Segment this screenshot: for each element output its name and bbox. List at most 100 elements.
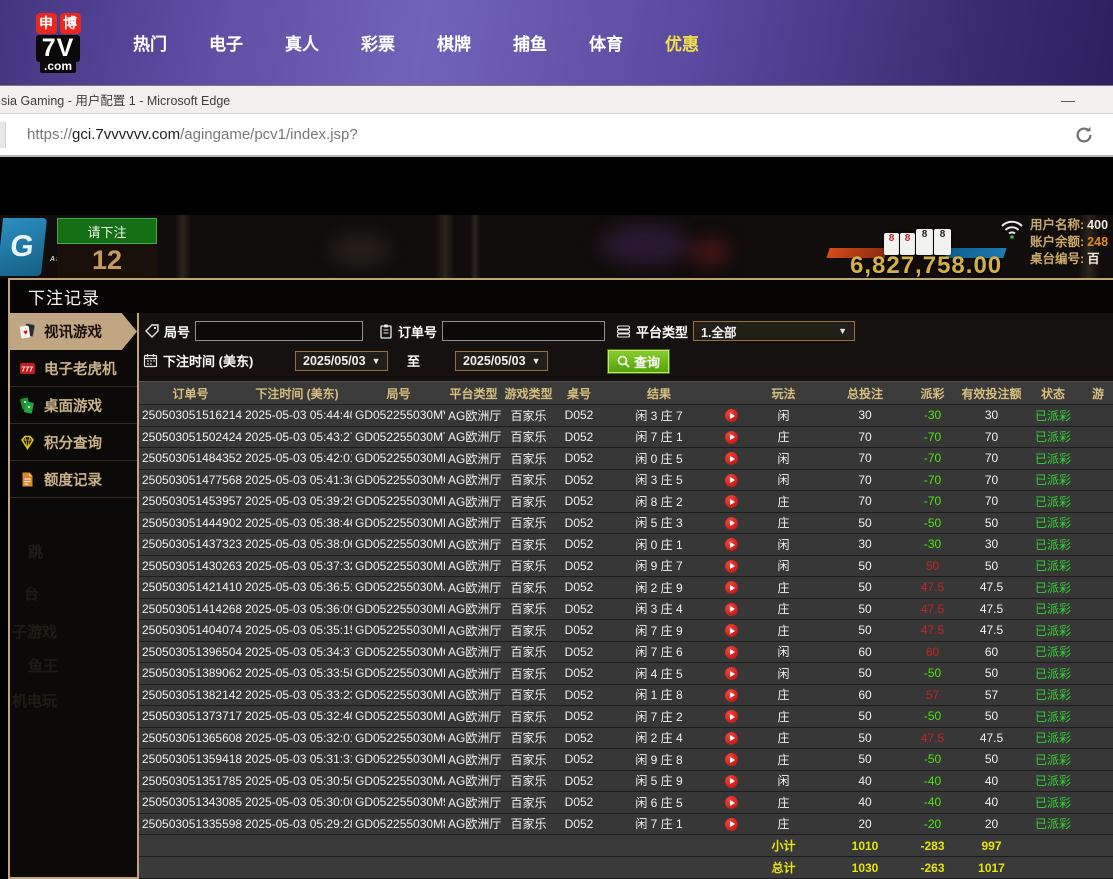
cell-replay [715,726,747,749]
cell-payout: 57 [910,683,955,706]
cell-payout: -30 [910,404,955,427]
nav-item[interactable]: 捕鱼 [513,30,547,55]
table-row: 250503051453957 2025-05-03 05:39:29 GD0522… [139,490,1113,513]
cell-time: 2025-05-03 05:31:31 [242,748,352,771]
play-replay-icon[interactable] [724,645,738,659]
play-replay-icon[interactable] [724,430,738,444]
play-replay-icon[interactable] [724,409,738,423]
play-replay-icon[interactable] [724,774,738,788]
cell-status: 已派彩 [1028,468,1078,491]
nav-item[interactable]: 真人 [285,30,319,55]
cell-replay [715,576,747,599]
cell-payout: 47.5 [910,726,955,749]
date-to-select[interactable]: 2025/05/03 ▼ [455,351,548,371]
nav-item[interactable]: 优惠 [665,30,699,55]
site-logo[interactable]: 申 博 7V .com [25,12,91,73]
sidebar-item-credit-records[interactable]: 额度记录 [10,461,137,498]
search-button[interactable]: 查询 [606,349,671,374]
play-replay-icon[interactable] [724,710,738,724]
refresh-icon[interactable] [1073,124,1095,146]
cell-replay [715,683,747,706]
play-replay-icon[interactable] [724,667,738,681]
cell-extra [1078,812,1113,835]
cell-valid-bet: 60 [955,640,1028,663]
round-number-label: 局号 [164,324,191,340]
play-replay-icon[interactable] [724,602,738,616]
cell-status: 已派彩 [1028,726,1078,749]
play-replay-icon[interactable] [724,817,738,831]
cell-valid-bet: 30 [955,404,1028,427]
table-row: 250503051404074 2025-05-03 05:35:15 GD0522… [139,619,1113,642]
url-text[interactable]: https://gci.7vvvvvv.com/agingame/pcv1/in… [27,126,358,143]
cell-result: 闲 9 庄 7 [603,554,715,577]
column-header: 游戏类型 [502,381,555,405]
nav-item[interactable]: 热门 [133,30,167,55]
cell-replay [715,791,747,814]
column-header: 订单号 [139,381,242,405]
cell-platform: AG欧洲厅 [445,726,502,749]
cell-time: 2025-05-03 05:30:08 [242,791,352,814]
play-replay-icon[interactable] [724,753,738,767]
cell-status: 已派彩 [1028,447,1078,470]
cell-total-bet: 50 [820,619,910,642]
cell-round: GD052255030MH [352,619,445,642]
cell-replay [715,533,747,556]
cell-extra [1078,619,1113,642]
sidebar-item-live-games[interactable]: ♥ 视讯游戏 [10,313,137,350]
cell-status: 已派彩 [1028,425,1078,448]
sidebar-item-table-games[interactable]: 桌面游戏 [10,387,137,424]
cell-extra [1078,533,1113,556]
cell-bet-type: 庄 [747,726,820,749]
cell-time: 2025-05-03 05:42:01 [242,447,352,470]
play-replay-icon[interactable] [724,581,738,595]
play-replay-icon[interactable] [724,688,738,702]
cell-valid-bet: 57 [955,683,1028,706]
search-icon [617,355,630,368]
cell-status: 已派彩 [1028,640,1078,663]
cell-game-type: 百家乐 [502,554,555,577]
cell-replay [715,662,747,685]
play-replay-icon[interactable] [724,495,738,509]
cell-bet-type: 闲 [747,769,820,792]
cell-payout: 47.5 [910,597,955,620]
table-row: 250503051414268 2025-05-03 05:36:09 GD0522… [139,597,1113,620]
cell-game-type: 百家乐 [502,812,555,835]
play-replay-icon[interactable] [724,559,738,573]
sidebar-item-points-query[interactable]: 积分查询 [10,424,137,461]
play-replay-icon[interactable] [724,624,738,638]
play-replay-icon[interactable] [724,796,738,810]
clipped-site-icon [0,122,6,148]
nav-item[interactable]: 体育 [589,30,623,55]
nav-item[interactable]: 棋牌 [437,30,471,55]
play-replay-icon[interactable] [724,538,738,552]
cell-replay [715,468,747,491]
cell-total-bet: 50 [820,705,910,728]
nav-item[interactable]: 电子 [209,30,243,55]
play-replay-icon[interactable] [724,473,738,487]
order-number-input[interactable] [442,321,606,341]
cell-extra [1078,748,1113,771]
cell-game-type: 百家乐 [502,425,555,448]
date-from-select[interactable]: 2025/05/03 ▼ [295,351,388,371]
browser-urlbar[interactable]: https://gci.7vvvvvv.com/agingame/pcv1/in… [0,114,1113,157]
cell-bet-type: 庄 [747,619,820,642]
column-header: 总投注 [820,381,910,405]
cell-valid-bet: 20 [955,812,1028,835]
account-balance-row: 账户余额: 248 [1030,235,1109,249]
cell-replay [715,812,747,835]
chevron-down-icon: ▼ [371,356,381,366]
platform-type-select[interactable]: 1.全部 ▼ [693,321,856,341]
cell-result: 闲 2 庄 9 [603,576,715,599]
play-replay-icon[interactable] [724,731,738,745]
minimize-button[interactable]: — [1061,92,1075,108]
table-row: 250503051516214 2025-05-03 05:44:40 GD0522… [139,404,1113,427]
sidebar-item-slots[interactable]: 777 电子老虎机 [10,350,137,387]
cell-game-type: 百家乐 [502,683,555,706]
slot-777-icon: 777 [20,362,35,374]
nav-item[interactable]: 彩票 [361,30,395,55]
cell-valid-bet: 30 [955,533,1028,556]
round-number-input[interactable] [195,321,364,341]
play-replay-icon[interactable] [724,516,738,530]
play-replay-icon[interactable] [724,452,738,466]
subtotal-row: 小计 1010 -283 997 [139,834,1113,857]
